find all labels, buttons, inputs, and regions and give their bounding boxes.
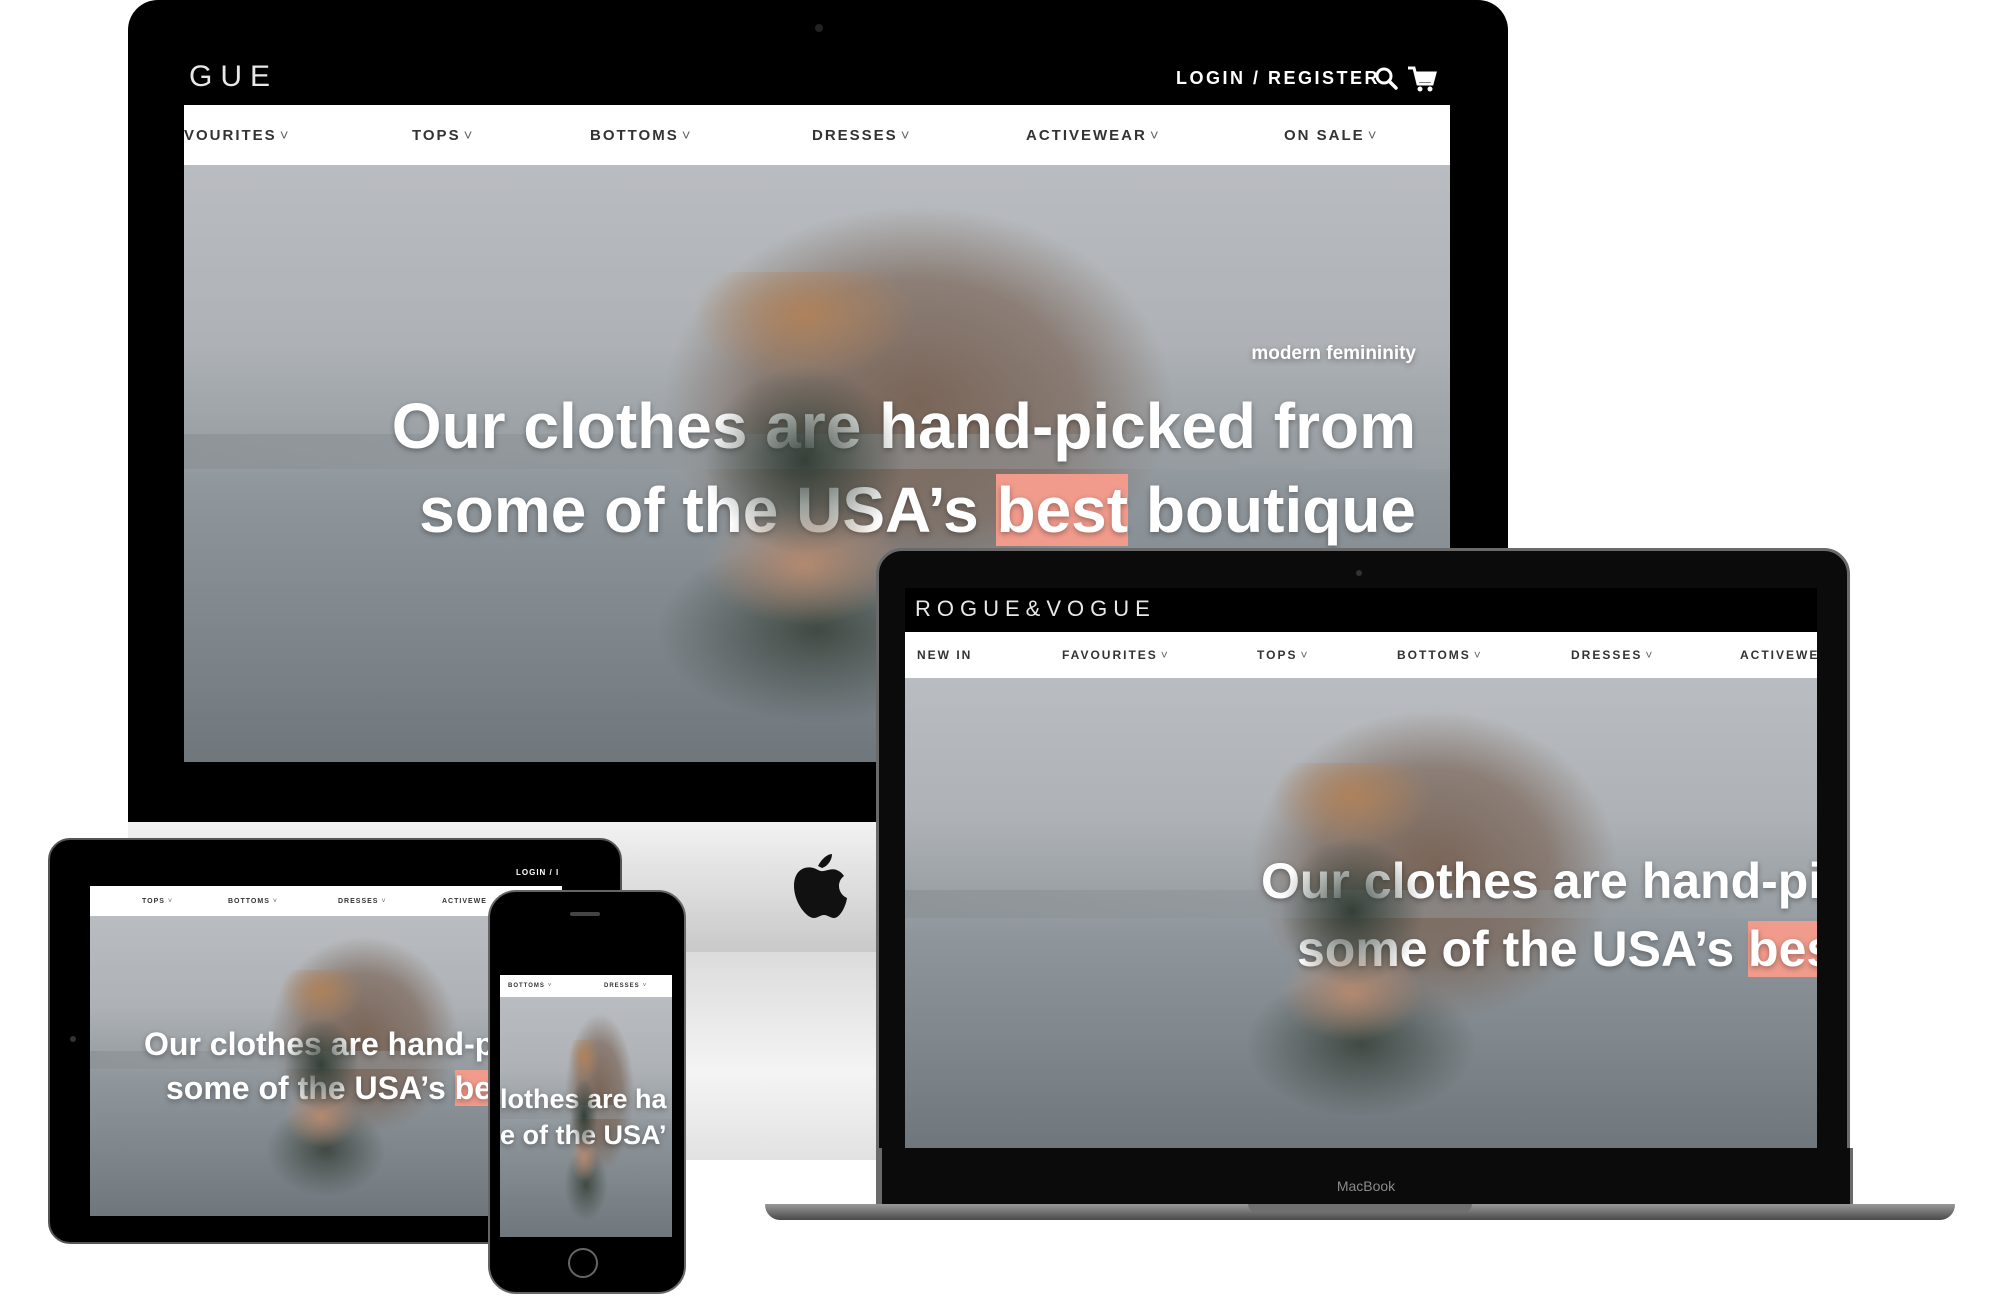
hero-heading-line2: some of the USA’s best boutique (419, 474, 1416, 546)
nav-item-dresses[interactable]: DRESSES ˅ (604, 975, 647, 997)
cart-icon[interactable] (1406, 64, 1438, 94)
chevron-down-icon: ˅ (381, 897, 387, 905)
nav-item-favourites[interactable]: VOURITES ˅ (184, 105, 290, 165)
nav-item-bottoms[interactable]: BOTTOMS ˅ (590, 105, 693, 165)
apple-logo-icon (788, 848, 848, 920)
chevron-down-icon: ˅ (681, 126, 693, 144)
phone-speaker (570, 912, 600, 916)
chevron-down-icon: ˅ (547, 983, 553, 989)
phone-screen: BOTTOMS ˅ DRESSES ˅ lothes are ha e of the… (500, 935, 672, 1237)
desktop-header: GUE LOGIN / REGISTER (184, 54, 1450, 105)
laptop-bottom-bezel: MacBook (879, 1148, 1853, 1204)
hero-heading-line2: e of the USA’ (500, 1120, 667, 1150)
chevron-down-icon: ˅ (1160, 648, 1170, 662)
laptop-header: ROGUE&VOGUE (905, 588, 1817, 632)
login-register-link[interactable]: LOGIN / I (516, 868, 559, 877)
nav-item-new-in[interactable]: NEW IN (917, 632, 972, 678)
hero-heading-line2: some of the USA’s best (166, 1066, 521, 1110)
nav-item-bottoms[interactable]: BOTTOMS ˅ (228, 886, 278, 916)
phone-nav: BOTTOMS ˅ DRESSES ˅ (500, 975, 672, 997)
tablet-header: LOGIN / I (90, 856, 562, 886)
chevron-down-icon: ˅ (1149, 126, 1161, 144)
chevron-down-icon: ˅ (1300, 648, 1310, 662)
hero-heading-line1: lothes are ha (500, 1084, 667, 1114)
chevron-down-icon: ˅ (900, 126, 912, 144)
hero-highlight: best (1748, 921, 1817, 977)
home-button-icon[interactable] (568, 1248, 598, 1278)
nav-item-dresses[interactable]: DRESSES ˅ (812, 105, 911, 165)
brand-logo[interactable]: GUE (189, 60, 278, 94)
laptop-nav: NEW IN FAVOURITES ˅ TOPS ˅ BOTTOMS ˅ DRESSE… (905, 632, 1817, 678)
nav-item-tops[interactable]: TOPS ˅ (1257, 632, 1309, 678)
chevron-down-icon: ˅ (642, 983, 648, 989)
chevron-down-icon: ˅ (1367, 126, 1379, 144)
desktop-nav: VOURITES ˅ TOPS ˅ BOTTOMS ˅ DRESSES ˅ ACTIVE… (184, 105, 1450, 165)
nav-item-on-sale[interactable]: ON SALE ˅ (1284, 105, 1378, 165)
laptop-hero-image: Our clothes are hand-pi some of the USA’… (905, 678, 1817, 1148)
hero-highlight: best (996, 474, 1129, 546)
chevron-down-icon: ˅ (279, 126, 291, 144)
nav-item-bottoms[interactable]: BOTTOMS ˅ (508, 975, 552, 997)
chevron-down-icon: ˅ (167, 897, 174, 905)
laptop-camera (1356, 570, 1362, 576)
hero-heading-line1: Our clothes are hand-pi (1261, 853, 1817, 909)
laptop-notch (1248, 1204, 1472, 1212)
brand-logo[interactable]: ROGUE&VOGUE (915, 596, 1156, 622)
hero-tagline: modern femininity (1251, 343, 1416, 364)
search-icon[interactable] (1374, 66, 1400, 92)
hero-heading-line2: some of the USA’s best (1297, 916, 1817, 982)
login-register-link[interactable]: LOGIN / REGISTER (1176, 68, 1380, 89)
hero-heading-line1: Our clothes are hand-pi (144, 1026, 504, 1062)
nav-item-bottoms[interactable]: BOTTOMS ˅ (1397, 632, 1483, 678)
chevron-down-icon: ˅ (1473, 648, 1483, 662)
nav-item-tops[interactable]: TOPS ˅ (142, 886, 173, 916)
nav-item-dresses[interactable]: DRESSES ˅ (1571, 632, 1654, 678)
hero-heading-line1: Our clothes are hand-picked from (391, 390, 1416, 462)
laptop-label: MacBook (1336, 1178, 1396, 1194)
nav-item-tops[interactable]: TOPS ˅ (412, 105, 474, 165)
nav-item-favourites[interactable]: FAVOURITES ˅ (1062, 632, 1170, 678)
chevron-down-icon: ˅ (272, 897, 278, 905)
nav-item-activewear[interactable]: ACTIVEWE (442, 886, 487, 916)
tablet-camera (70, 1036, 76, 1042)
nav-item-dresses[interactable]: DRESSES ˅ (338, 886, 387, 916)
phone-hero-image: lothes are ha e of the USA’ (500, 997, 672, 1237)
nav-item-activewear[interactable]: ACTIVEWEAR ˅ (1026, 105, 1161, 165)
laptop-screen: ROGUE&VOGUE NEW IN FAVOURITES ˅ TOPS ˅ BOT… (905, 588, 1817, 1148)
nav-item-activewear[interactable]: ACTIVEWE (1740, 632, 1817, 678)
chevron-down-icon: ˅ (1645, 648, 1655, 662)
phone-header (500, 935, 672, 975)
desktop-camera (815, 24, 823, 32)
chevron-down-icon: ˅ (463, 126, 475, 144)
